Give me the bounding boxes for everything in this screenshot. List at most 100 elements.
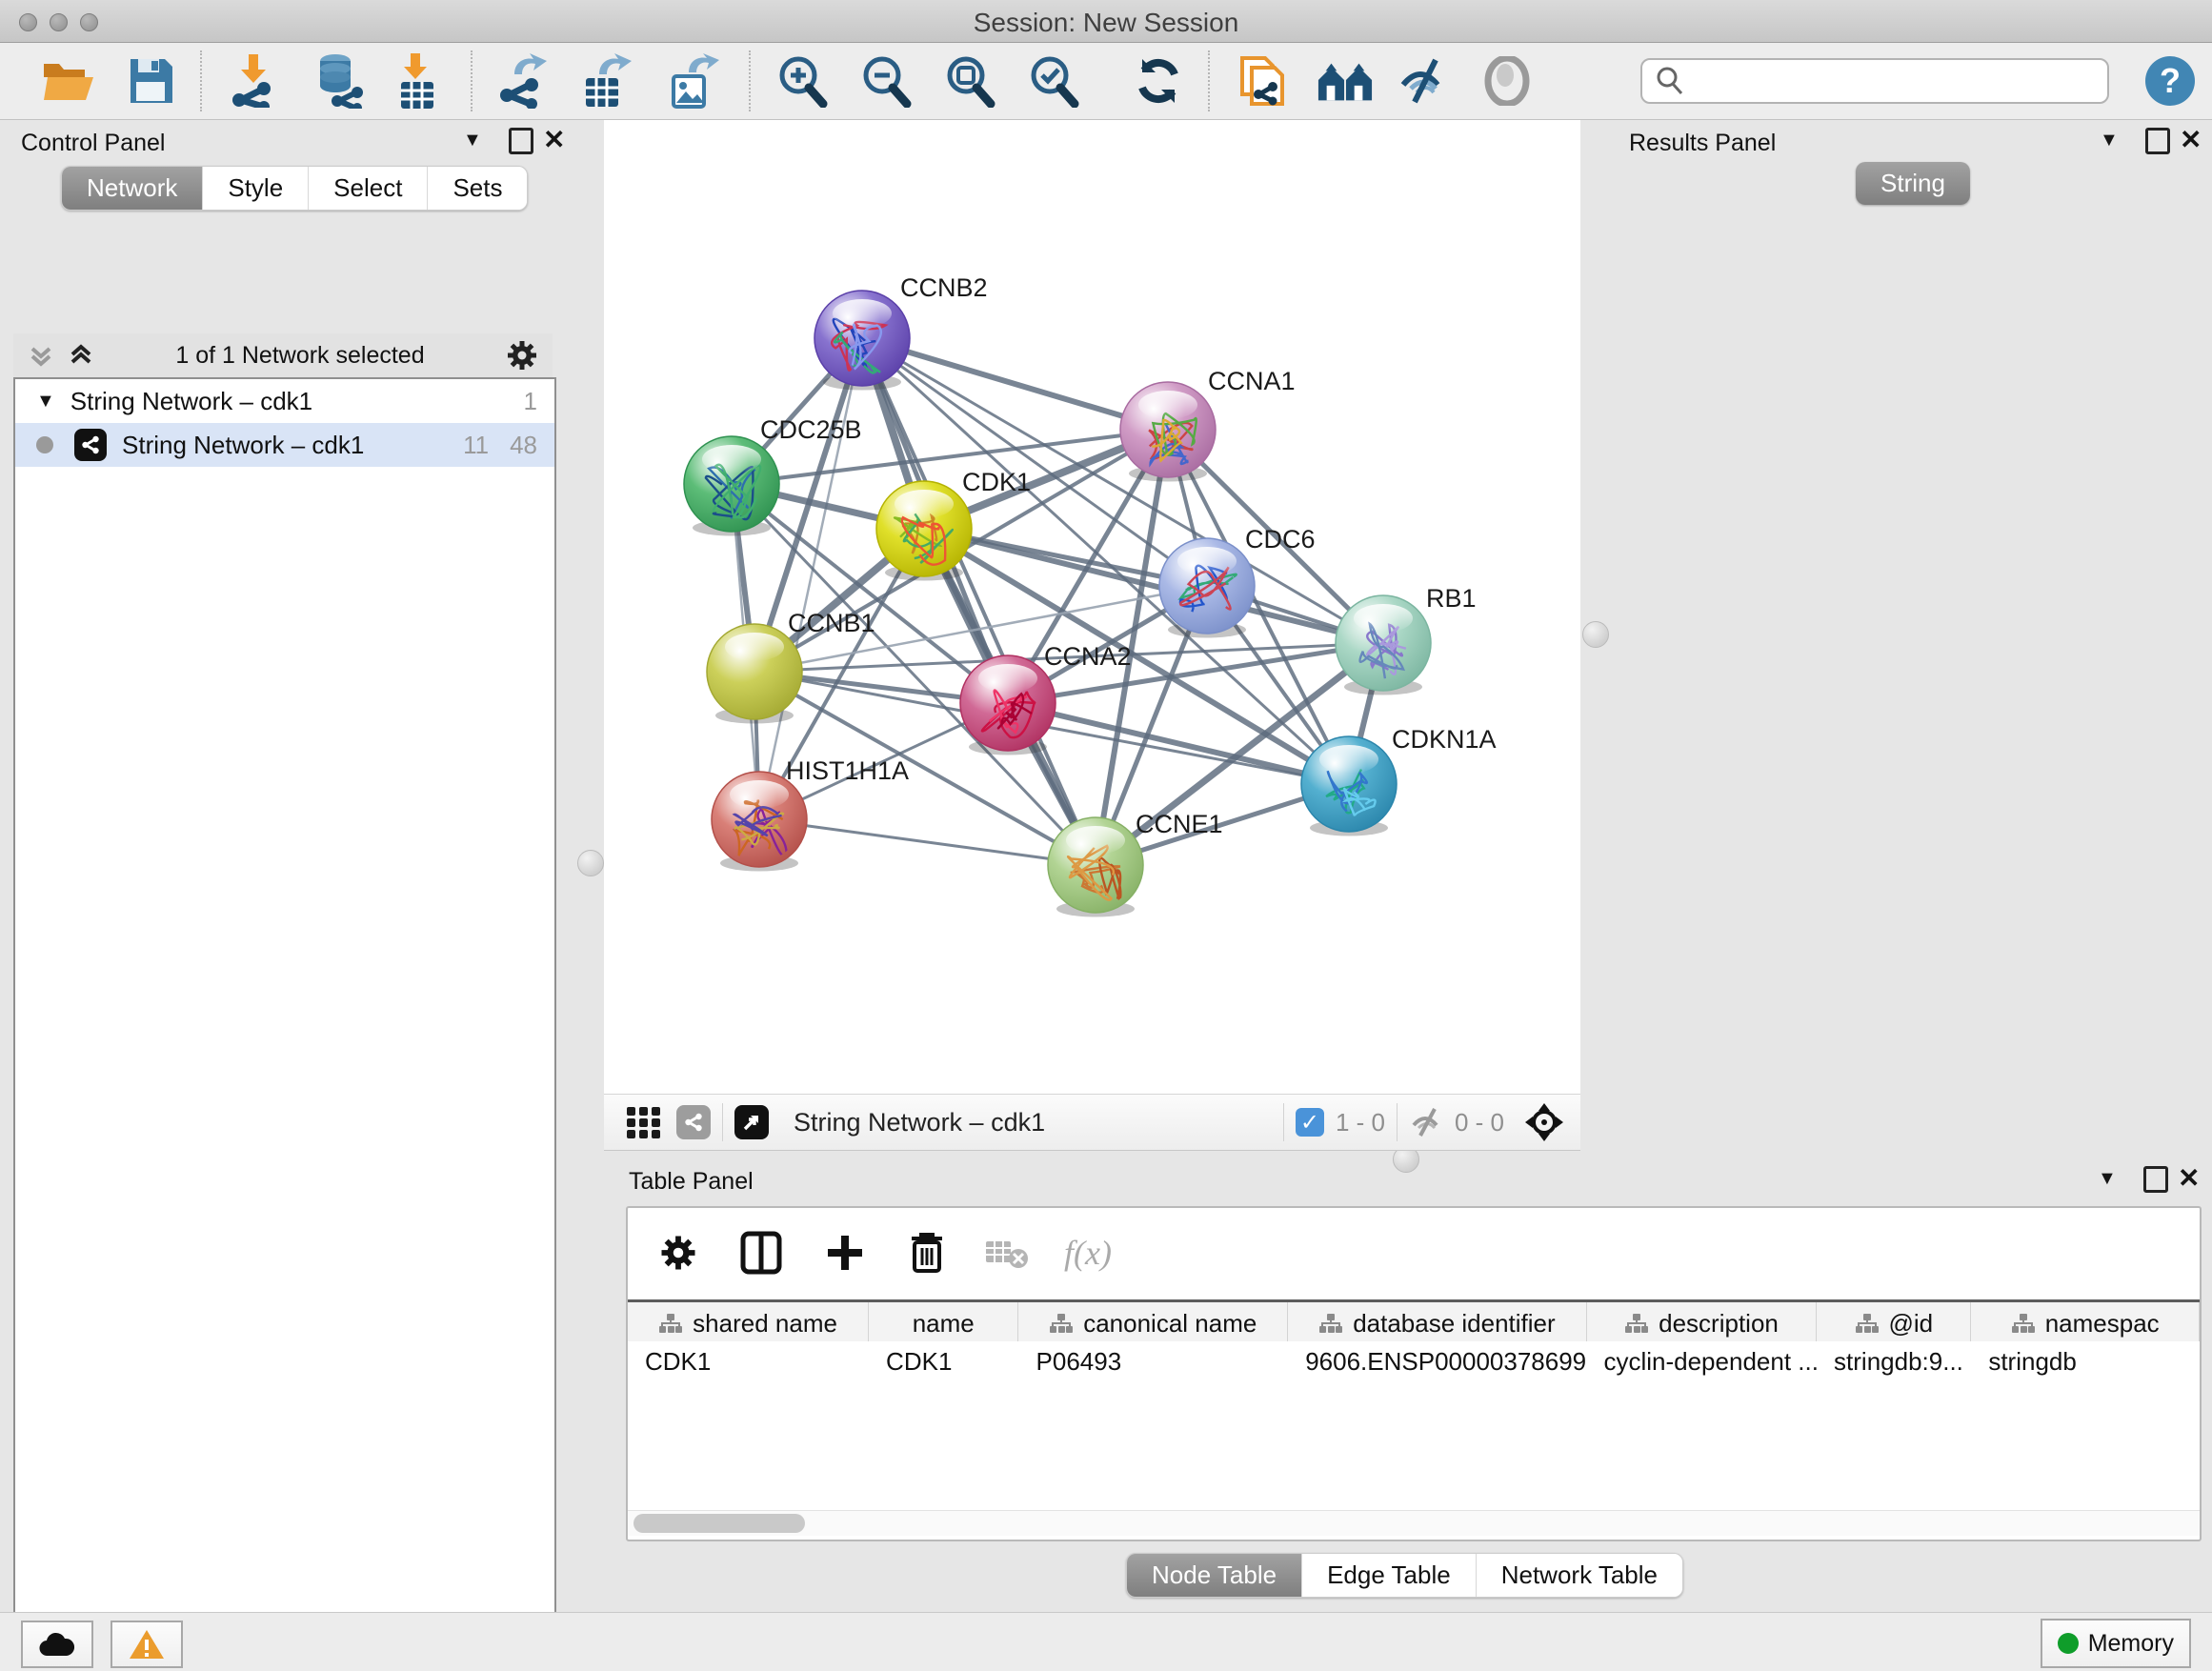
scrollbar-thumb[interactable] <box>633 1514 805 1533</box>
toolbar-separator <box>749 50 751 111</box>
network-canvas[interactable]: CCNB2CCNA1CDC25BCDK1CDC6RB1CCNB1CCNA2CDK… <box>604 120 1580 1094</box>
table-panel-menu-icon[interactable]: ▼ <box>2098 1168 2117 1190</box>
hide-selected-icon[interactable] <box>1397 52 1454 110</box>
control-panel-float-icon[interactable] <box>509 128 533 154</box>
table-cell[interactable]: 9606.ENSP00000378699 <box>1288 1341 1586 1381</box>
results-tab-string[interactable]: String <box>1856 162 1970 205</box>
node-CCNE1[interactable]: CCNE1 <box>1048 810 1223 917</box>
tab-network[interactable]: Network <box>62 167 203 210</box>
search-input[interactable] <box>1640 58 2109 104</box>
toolbar-separator <box>471 50 473 111</box>
edge-CCNB2-HIST1H1A[interactable] <box>759 338 862 819</box>
tab-node-table[interactable]: Node Table <box>1127 1554 1302 1597</box>
collection-count: 1 <box>524 387 537 416</box>
control-panel-menu-icon[interactable]: ▼ <box>463 130 482 151</box>
node-CCNA1[interactable]: CCNA1 <box>1120 367 1296 482</box>
tab-edge-table[interactable]: Edge Table <box>1302 1554 1477 1597</box>
edge-HIST1H1A-CCNE1[interactable] <box>759 819 1096 865</box>
help-icon[interactable]: ? <box>2142 52 2199 110</box>
column-header-database-identifier[interactable]: database identifier <box>1288 1302 1587 1344</box>
zoom-fit-icon[interactable] <box>941 52 998 110</box>
results-panel-menu-icon[interactable]: ▼ <box>2100 130 2119 151</box>
title-bar: Session: New Session <box>0 0 2212 43</box>
zoom-out-icon[interactable] <box>857 52 915 110</box>
import-table-icon[interactable] <box>389 52 446 110</box>
table-panel-close-icon[interactable]: ✕ <box>2178 1162 2200 1194</box>
import-network-file-icon[interactable] <box>225 52 282 110</box>
table-cell[interactable]: stringdb <box>1971 1341 2200 1381</box>
results-panel-close-icon[interactable]: ✕ <box>2180 124 2202 155</box>
network-view-icon[interactable] <box>676 1105 711 1139</box>
export-image-icon[interactable] <box>665 52 722 110</box>
birdseye-view-icon[interactable] <box>734 1105 769 1139</box>
copy-network-icon[interactable] <box>1235 52 1292 110</box>
left-splitter-handle[interactable] <box>577 850 604 876</box>
hidden-eye-icon[interactable] <box>1409 1106 1445 1138</box>
column-header-description[interactable]: description <box>1587 1302 1818 1344</box>
column-header-name[interactable]: name <box>869 1302 1018 1344</box>
node-label-CDKN1A: CDKN1A <box>1392 725 1497 754</box>
selected-checkbox-icon[interactable]: ✓ <box>1296 1108 1324 1137</box>
tab-network-table[interactable]: Network Table <box>1477 1554 1682 1597</box>
toolbar-separator <box>1397 1103 1398 1141</box>
refresh-view-icon[interactable] <box>1130 52 1187 110</box>
table-panel-float-icon[interactable] <box>2143 1166 2168 1193</box>
hierarchy-icon <box>658 1312 683 1335</box>
network-collection-row[interactable]: ▼ String Network – cdk1 1 <box>15 379 554 423</box>
hierarchy-icon <box>1624 1312 1649 1335</box>
memory-button[interactable]: Memory <box>2041 1619 2191 1668</box>
column-header-canonical-name[interactable]: canonical name <box>1018 1302 1288 1344</box>
column-header-namespac[interactable]: namespac <box>1971 1302 2200 1344</box>
table-cell[interactable]: CDK1 <box>869 1341 1019 1381</box>
table-horizontal-scrollbar[interactable] <box>628 1510 2200 1536</box>
warnings-button[interactable] <box>111 1621 183 1668</box>
tab-sets[interactable]: Sets <box>428 167 527 210</box>
svg-text:?: ? <box>2160 61 2181 100</box>
control-panel-close-icon[interactable]: ✕ <box>543 124 565 155</box>
table-cell[interactable]: CDK1 <box>628 1341 869 1381</box>
tab-style[interactable]: Style <box>203 167 309 210</box>
save-session-icon[interactable] <box>122 52 179 110</box>
node-label-HIST1H1A: HIST1H1A <box>786 756 909 785</box>
export-network-icon[interactable] <box>495 52 553 110</box>
zoom-in-icon[interactable] <box>774 52 831 110</box>
fit-content-crosshair-icon[interactable] <box>1523 1101 1565 1143</box>
hidden-node-edge-count: 0 - 0 <box>1455 1108 1504 1137</box>
tab-select[interactable]: Select <box>309 167 428 210</box>
expand-all-networks-icon[interactable] <box>67 341 95 370</box>
control-panel-title: Control Panel <box>21 130 165 157</box>
delete-column-icon[interactable] <box>908 1231 946 1275</box>
show-graphics-details-icon[interactable] <box>1478 52 1536 110</box>
network-row[interactable]: String Network – cdk1 11 48 <box>15 423 554 467</box>
collection-expander-icon[interactable]: ▼ <box>36 391 55 413</box>
node-RB1[interactable]: RB1 <box>1336 584 1477 695</box>
table-cell[interactable]: P06493 <box>1019 1341 1289 1381</box>
edge-CCNB2-CCNE1[interactable] <box>862 338 1096 865</box>
table-cell[interactable]: cyclin-dependent ... <box>1586 1341 1817 1381</box>
table-gear-icon[interactable] <box>658 1233 698 1273</box>
grid-view-icon[interactable] <box>625 1103 663 1141</box>
node-HIST1H1A[interactable]: HIST1H1A <box>712 756 909 872</box>
add-column-icon[interactable] <box>824 1232 866 1274</box>
select-columns-icon[interactable] <box>740 1231 782 1275</box>
zoom-selected-icon[interactable] <box>1025 52 1082 110</box>
show-all-networks-icon[interactable] <box>1317 52 1374 110</box>
column-header-shared-name[interactable]: shared name <box>628 1302 869 1344</box>
cloud-button[interactable] <box>21 1621 93 1668</box>
results-panel-float-icon[interactable] <box>2145 128 2170 154</box>
function-builder-icon-disabled: f(x) <box>1064 1233 1112 1273</box>
table-row[interactable]: CDK1CDK1P064939606.ENSP00000378699cyclin… <box>628 1341 2200 1381</box>
collapse-all-networks-icon[interactable] <box>27 341 55 370</box>
import-network-database-icon[interactable] <box>309 52 366 110</box>
export-table-icon[interactable] <box>577 52 634 110</box>
results-panel-title: Results Panel <box>1629 130 1776 157</box>
node-CDKN1A[interactable]: CDKN1A <box>1301 725 1497 836</box>
right-splitter-handle[interactable] <box>1582 621 1609 648</box>
window-title: Session: New Session <box>0 8 2212 38</box>
column-header--id[interactable]: @id <box>1817 1302 1971 1344</box>
open-session-icon[interactable] <box>40 52 97 110</box>
table-cell[interactable]: stringdb:9... <box>1817 1341 1971 1381</box>
network-options-gear-icon[interactable] <box>505 338 539 372</box>
toolbar-separator <box>1208 50 1210 111</box>
memory-status-dot <box>2058 1633 2079 1654</box>
